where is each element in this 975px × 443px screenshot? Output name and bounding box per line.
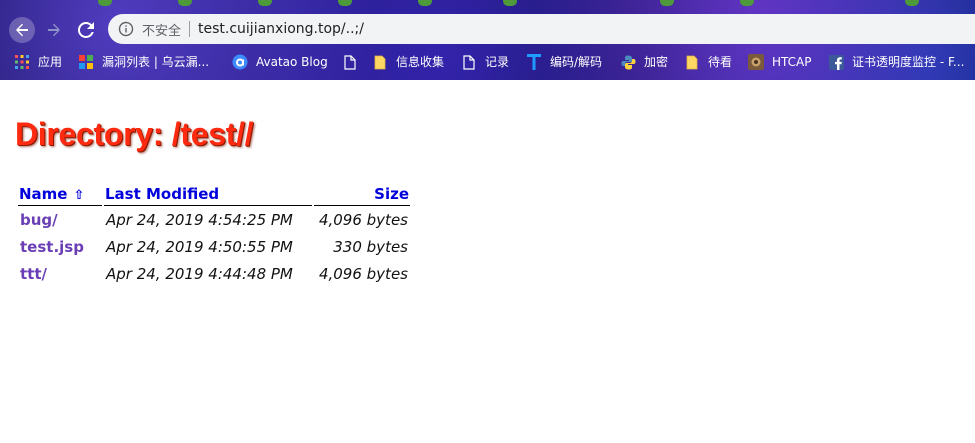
back-arrow-icon <box>16 23 28 37</box>
table-row: bug/ Apr 24, 2019 4:54:25 PM 4,096 bytes <box>18 206 410 233</box>
folder-icon <box>684 54 700 70</box>
security-label[interactable]: 不安全 <box>142 20 181 39</box>
reload-icon <box>78 22 94 38</box>
bookmark-record[interactable]: 记录 <box>461 51 509 73</box>
info-icon[interactable] <box>118 21 134 37</box>
reload-button[interactable] <box>73 17 99 43</box>
page-content: Directory: /test// Name ⇧ Last Modified S… <box>0 80 975 443</box>
back-button[interactable] <box>9 17 35 43</box>
facebook-icon <box>828 54 844 70</box>
address-bar[interactable]: 不安全 test.cuijianxiong.top/..;/ <box>108 14 975 44</box>
modified-cell: Apr 24, 2019 4:54:25 PM <box>106 210 293 229</box>
folder-icon <box>372 54 388 70</box>
avatao-icon <box>232 54 248 70</box>
page-icon <box>342 54 358 70</box>
apps-grid-icon <box>14 54 30 70</box>
bookmark-label: Avatao Blog <box>256 55 328 69</box>
size-cell: 4,096 bytes <box>318 264 408 283</box>
bookmark-apps[interactable]: 应用 <box>14 51 62 73</box>
bookmark-encode-decode[interactable]: 编码/解码 <box>526 51 602 73</box>
bookmark-page[interactable] <box>342 51 366 73</box>
tab-favicon[interactable] <box>660 0 674 6</box>
bookmark-avatao[interactable]: Avatao Blog <box>232 51 328 73</box>
column-header-name[interactable]: Name ⇧ <box>18 182 102 206</box>
bookmark-info-collect[interactable]: 信息收集 <box>372 51 444 73</box>
browser-toolbar: 不安全 test.cuijianxiong.top/..;/ <box>0 10 975 48</box>
bookmark-label: 信息收集 <box>396 55 445 69</box>
table-row: ttt/ Apr 24, 2019 4:44:48 PM 4,096 bytes <box>18 260 410 287</box>
page-title: Directory: /test// <box>15 116 254 152</box>
tab-favicon[interactable] <box>178 0 192 6</box>
forward-button[interactable] <box>41 17 67 43</box>
sort-up-icon[interactable]: ⇧ <box>73 188 84 203</box>
size-sort-link[interactable]: Size <box>374 185 409 203</box>
file-link[interactable]: ttt/ <box>18 260 102 287</box>
bookmark-wooyun[interactable]: 漏洞列表 | 乌云漏... <box>78 51 209 73</box>
forward-arrow-icon <box>48 23 60 37</box>
column-header-size[interactable]: Size <box>314 182 410 206</box>
modified-cell: Apr 24, 2019 4:50:55 PM <box>106 237 293 256</box>
tab-favicon[interactable] <box>905 0 919 6</box>
tab-favicon[interactable] <box>418 0 432 6</box>
size-cell: 4,096 bytes <box>318 210 408 229</box>
file-link[interactable]: bug/ <box>18 206 102 233</box>
size-cell: 330 bytes <box>333 237 408 256</box>
tab-favicon[interactable] <box>98 0 112 6</box>
modified-cell: Apr 24, 2019 4:44:48 PM <box>106 264 293 283</box>
bookmark-label: 应用 <box>38 55 63 69</box>
bookmark-label: 编码/解码 <box>550 55 603 69</box>
page-icon <box>461 54 477 70</box>
browser-chrome: 不安全 test.cuijianxiong.top/..;/ 应用 漏洞列表 |… <box>0 0 975 80</box>
tab-favicon[interactable] <box>503 0 517 6</box>
bookmark-encrypt[interactable]: 加密 <box>620 51 668 73</box>
python-icon <box>620 54 636 70</box>
table-header-row: Name ⇧ Last Modified Size <box>18 182 410 206</box>
htcap-icon <box>748 54 764 70</box>
name-sort-link[interactable]: Name <box>19 185 67 203</box>
wooyun-icon <box>78 54 94 70</box>
bookmarks-bar: 应用 漏洞列表 | 乌云漏... Avatao Blog 信息收集 记录 编码/… <box>0 50 975 74</box>
bookmark-label: 漏洞列表 | 乌云漏... <box>102 55 210 69</box>
directory-table: Name ⇧ Last Modified Size bug/ Apr 24, 20… <box>16 182 412 287</box>
bookmark-label: HTCAP <box>772 55 812 69</box>
tab-favicon[interactable] <box>740 0 754 6</box>
bookmark-label: 加密 <box>644 55 669 69</box>
bookmark-cert-transparency[interactable]: 证书透明度监控 - F... <box>828 51 964 73</box>
tab-strip[interactable] <box>0 0 975 8</box>
bookmark-htcap[interactable]: HTCAP <box>748 51 811 73</box>
omnibox-divider <box>189 21 191 37</box>
bookmark-label: 记录 <box>485 55 510 69</box>
tab-favicon[interactable] <box>258 0 272 6</box>
file-link[interactable]: test.jsp <box>18 233 102 260</box>
modified-sort-link[interactable]: Last Modified <box>105 185 219 203</box>
bookmark-to-read[interactable]: 待看 <box>684 51 732 73</box>
tab-favicon[interactable] <box>338 0 352 6</box>
url-text[interactable]: test.cuijianxiong.top/..;/ <box>198 21 364 37</box>
t-letter-icon <box>526 54 542 70</box>
bookmark-label: 证书透明度监控 - F... <box>852 55 965 69</box>
bookmark-label: 待看 <box>708 55 733 69</box>
column-header-modified[interactable]: Last Modified <box>104 182 312 206</box>
table-row: test.jsp Apr 24, 2019 4:50:55 PM 330 byt… <box>18 233 410 260</box>
